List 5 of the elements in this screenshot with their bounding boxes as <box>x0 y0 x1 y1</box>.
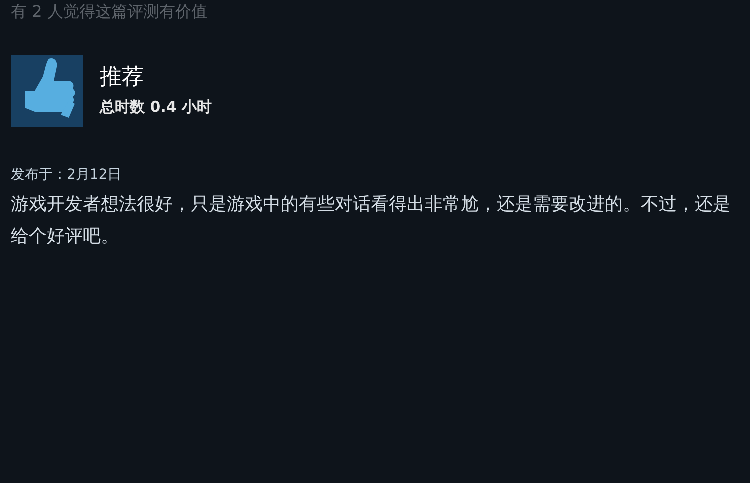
playtime: 总时数 0.4 小时 <box>100 97 212 117</box>
review-verdict: 推荐 <box>100 65 144 91</box>
helpful-note: 有 2 人觉得这篇评测有价值 <box>11 2 208 22</box>
post-date: 发布于：2月12日 <box>11 166 123 185</box>
review-text: 游戏开发者想法很好，只是游戏中的有些对话看得出非常尬，还是需要改进的。不过，还是给个好评吧。 <box>11 193 731 249</box>
